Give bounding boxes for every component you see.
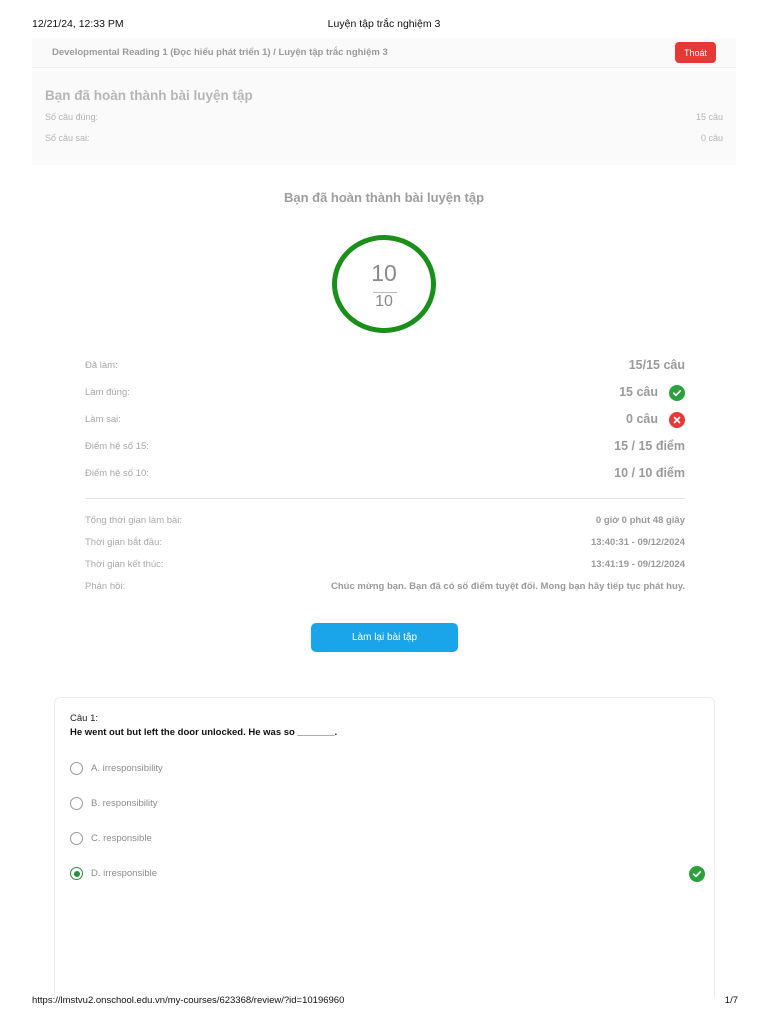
- time-value: 13:40:31 - 09/12/2024: [590, 537, 685, 548]
- stats-list: Đã làm: 15/15 câu Làm đúng: 15 câu Làm s…: [85, 356, 685, 491]
- stat-value: 0 câu: [626, 412, 658, 426]
- summary-wrong-label: Số câu sai:: [45, 133, 90, 143]
- option-a[interactable]: A. irresponsibility: [70, 761, 700, 777]
- time-row-total: Tổng thời gian làm bài: 0 giờ 0 phút 48 …: [85, 514, 685, 536]
- stat-row-wrong: Làm sai: 0 câu: [85, 410, 685, 437]
- divider: [85, 498, 685, 499]
- option-label: D. irresponsible: [91, 868, 157, 879]
- check-circle-icon: [689, 866, 705, 882]
- time-row-start: Thời gian bắt đầu: 13:40:31 - 09/12/2024: [85, 536, 685, 558]
- option-label: A. irresponsibility: [91, 763, 163, 774]
- stat-value: 15 / 15 điểm: [614, 439, 685, 453]
- question-text: He went out but left the door unlocked. …: [70, 727, 338, 738]
- stat-row-correct: Làm đúng: 15 câu: [85, 383, 685, 410]
- option-label: B. responsibility: [91, 798, 158, 809]
- stat-row-done: Đã làm: 15/15 câu: [85, 356, 685, 383]
- score-value: 10: [371, 260, 397, 286]
- print-header: 12/21/24, 12:33 PM Luyện tập trắc nghiệm…: [0, 16, 768, 32]
- option-label: C. responsible: [91, 833, 152, 844]
- stat-value: 15/15 câu: [628, 358, 685, 372]
- summary-correct-label: Số câu đúng:: [45, 112, 99, 122]
- question-number: Câu 1:: [70, 713, 98, 724]
- time-row-end: Thời gian kết thúc: 13:41:19 - 09/12/202…: [85, 558, 685, 580]
- stat-label: Điểm hệ số 15:: [85, 441, 149, 452]
- time-label: Tổng thời gian làm bài:: [85, 515, 183, 526]
- radio-button-selected[interactable]: [70, 867, 83, 880]
- summary-wrong-row: Số câu sai: 0 câu: [45, 133, 723, 143]
- option-b[interactable]: B. responsibility: [70, 796, 700, 812]
- exit-button[interactable]: Thoát: [675, 42, 716, 63]
- time-value: 0 giờ 0 phút 48 giây: [595, 515, 685, 526]
- stat-row-score-10: Điểm hệ số 10: 10 / 10 điểm: [85, 464, 685, 491]
- retry-button[interactable]: Làm lại bài tập: [311, 623, 458, 652]
- feedback-label: Phản hồi:: [85, 581, 126, 592]
- time-value: 13:41:19 - 09/12/2024: [590, 559, 685, 570]
- time-label: Thời gian bắt đầu:: [85, 537, 163, 548]
- app-bar: Developmental Reading 1 (Đọc hiểu phát t…: [32, 38, 736, 68]
- radio-button[interactable]: [70, 762, 83, 775]
- summary-wrong-value: 0 câu: [700, 133, 723, 143]
- print-document-title: Luyện tập trắc nghiệm 3: [327, 18, 441, 30]
- stat-value: 10 / 10 điểm: [614, 466, 685, 480]
- result-title: Bạn đã hoàn thành bài luyện tập: [283, 190, 485, 205]
- stat-label: Làm đúng:: [85, 387, 130, 398]
- time-details: Tổng thời gian làm bài: 0 giờ 0 phút 48 …: [85, 514, 685, 602]
- breadcrumb[interactable]: Developmental Reading 1 (Đọc hiểu phát t…: [52, 47, 388, 58]
- x-circle-icon: [669, 412, 685, 428]
- stat-label: Làm sai:: [85, 414, 121, 425]
- radio-button[interactable]: [70, 832, 83, 845]
- score-ring: 10 10: [332, 235, 436, 333]
- stat-label: Điểm hệ số 10:: [85, 468, 149, 479]
- print-page-number: 1/7: [724, 995, 738, 1006]
- print-footer: https://lmstvu2.onschool.edu.vn/my-cours…: [0, 995, 768, 1009]
- question-card: Câu 1: He went out but left the door unl…: [54, 697, 715, 997]
- stat-row-score-15: Điểm hệ số 15: 15 / 15 điểm: [85, 437, 685, 464]
- check-circle-icon: [669, 385, 685, 401]
- result-summary-panel: Bạn đã hoàn thành bài luyện tập Số câu đ…: [32, 70, 736, 165]
- option-c[interactable]: C. responsible: [70, 831, 700, 847]
- radio-button[interactable]: [70, 797, 83, 810]
- stat-value: 15 câu: [619, 385, 658, 399]
- feedback-value: Chúc mừng bạn. Bạn đã có số điểm tuyệt đ…: [330, 581, 685, 592]
- time-row-feedback: Phản hồi: Chúc mừng bạn. Bạn đã có số đi…: [85, 580, 685, 602]
- stat-label: Đã làm:: [85, 360, 118, 371]
- time-label: Thời gian kết thúc:: [85, 559, 164, 570]
- option-d[interactable]: D. irresponsible: [70, 866, 705, 882]
- score-max: 10: [375, 293, 393, 310]
- summary-correct-row: Số câu đúng: 15 câu: [45, 112, 723, 122]
- print-url: https://lmstvu2.onschool.edu.vn/my-cours…: [32, 995, 345, 1006]
- summary-correct-value: 15 câu: [695, 112, 723, 122]
- summary-title: Bạn đã hoàn thành bài luyện tập: [45, 88, 253, 103]
